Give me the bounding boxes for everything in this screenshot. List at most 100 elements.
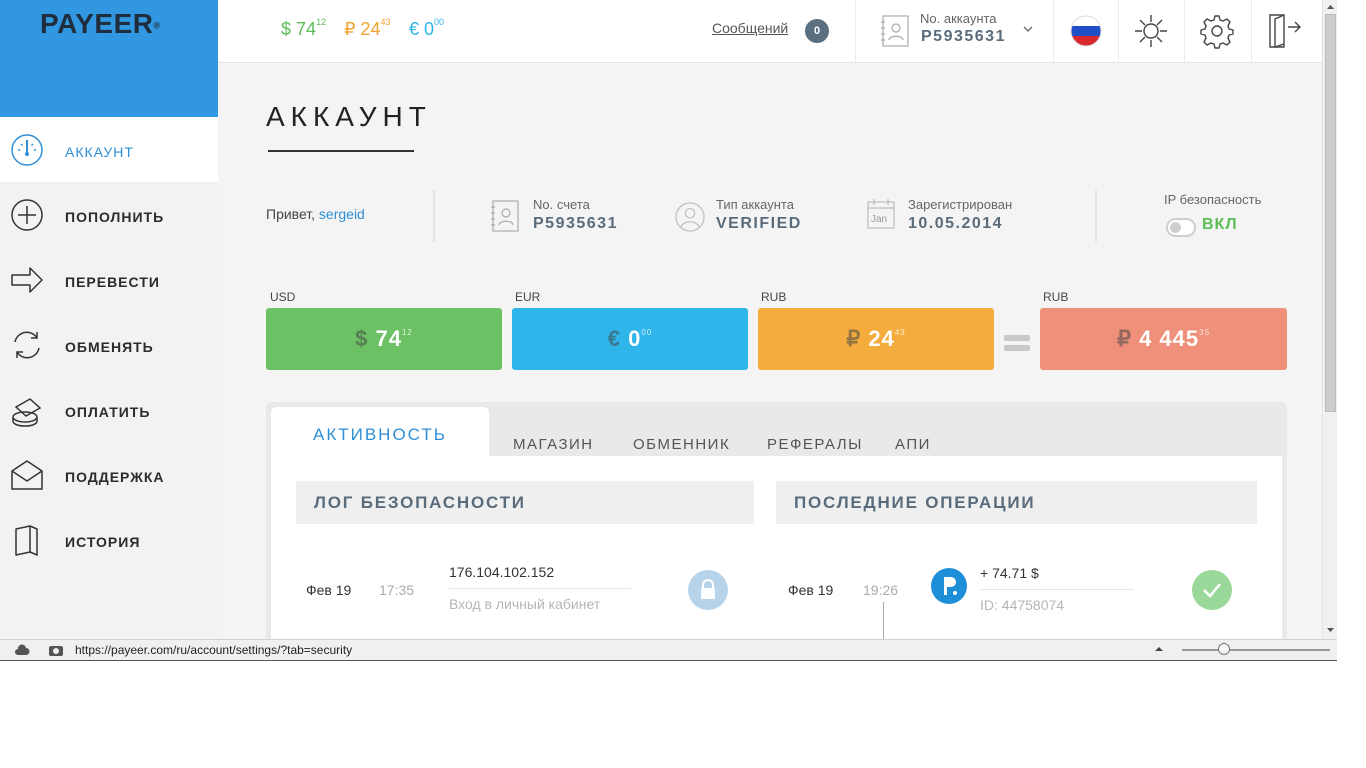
account-no-label: No. счета [533, 197, 590, 212]
refresh-icon [14, 331, 40, 359]
balance-usd: $ 7412 [281, 17, 327, 39]
zoom-slider[interactable] [1182, 649, 1330, 651]
sidebar-item-support[interactable]: ПОДДЕРЖКА [0, 442, 218, 507]
user-circle-icon [675, 202, 705, 232]
balance-card-rub[interactable]: ₽ 2443 [758, 308, 994, 370]
scrollbar-thumb[interactable] [1325, 14, 1336, 412]
gear-icon[interactable] [1198, 12, 1236, 50]
topbar: $ 7412 ₽ 2443 € 000 Сообщений 0 No. акка… [218, 0, 1322, 63]
log-date: Фев 19 [306, 582, 352, 598]
ip-security-toggle[interactable] [1166, 218, 1196, 237]
status-url: https://payeer.com/ru/account/settings/?… [75, 643, 353, 657]
divider [1095, 190, 1097, 242]
ip-security-status: ВКЛ [1202, 216, 1238, 233]
page-title: АККАУНТ [266, 101, 432, 132]
operation-entry-card[interactable]: + 74.71 $ ID: 44758074 [920, 548, 1257, 630]
calendar-icon-text: Jan [871, 214, 888, 225]
equals-icon [1004, 335, 1030, 353]
divider [855, 0, 856, 62]
divider [1053, 0, 1054, 62]
tab-shop[interactable]: МАГАЗИН [513, 436, 594, 453]
sidebar-item-label: ПЕРЕВЕСТИ [65, 274, 160, 290]
username-link[interactable]: sergeid [319, 206, 365, 222]
log-ip: 176.104.102.152 [449, 564, 555, 580]
currency-label: USD [270, 290, 296, 304]
tab-exchanger[interactable]: ОБМЕННИК [633, 436, 730, 453]
operation-time: 19:26 [863, 582, 899, 598]
scroll-up-icon[interactable] [1326, 3, 1335, 11]
log-time: 17:35 [379, 582, 415, 598]
last-operations-heading: ПОСЛЕДНИЕ ОПЕРАЦИИ [776, 481, 1257, 524]
zoom-slider-handle[interactable] [1218, 643, 1230, 655]
tab-referrals[interactable]: РЕФЕРАЛЫ [767, 436, 863, 453]
registered-label: Зарегистрирован [908, 197, 1013, 212]
brightness-icon[interactable] [1132, 12, 1170, 50]
title-underline [268, 150, 414, 152]
divider [1251, 0, 1252, 62]
divider [433, 190, 435, 242]
security-log-heading: ЛОГ БЕЗОПАСНОСТИ [296, 481, 754, 524]
chevron-down-icon[interactable] [1021, 22, 1035, 36]
timeline-line [883, 602, 884, 642]
balance-card-usd[interactable]: $ 7412 [266, 308, 502, 370]
account-number-label: No. аккаунта [920, 11, 997, 26]
account-number[interactable]: P5935631 [921, 28, 1006, 46]
sidebar-item-label: АККАУНТ [65, 144, 134, 160]
sidebar-item-label: ИСТОРИЯ [65, 534, 141, 550]
log-entry-card[interactable]: 176.104.102.152 Вход в личный кабинет [433, 548, 754, 630]
caret-up-icon[interactable] [1154, 645, 1164, 653]
sidebar-item-history[interactable]: ИСТОРИЯ [0, 507, 218, 572]
balance-card-total-rub[interactable]: ₽ 4 44535 [1040, 308, 1287, 370]
browser-status-bar: https://payeer.com/ru/account/settings/?… [0, 639, 1337, 661]
account-type-label: Тип аккаунта [716, 197, 794, 212]
gauge-icon [11, 134, 43, 166]
checkmark-icon [1192, 570, 1232, 610]
log-description: Вход в личный кабинет [449, 596, 601, 612]
logo[interactable]: PAYEER® [0, 0, 218, 117]
sidebar-item-account[interactable]: АККАУНТ [0, 117, 218, 182]
sidebar: АККАУНТ ПОПОЛНИТЬ ПЕРЕВЕСТИ ОБМЕНЯТЬ ОПЛ… [0, 117, 218, 661]
tab-activity[interactable]: АКТИВНОСТЬ [271, 407, 489, 456]
sidebar-item-label: ОПЛАТИТЬ [65, 404, 151, 420]
sidebar-item-label: ПОДДЕРЖКА [65, 469, 165, 485]
messages-link[interactable]: Сообщений [712, 20, 788, 36]
book-icon [15, 525, 38, 557]
account-no-value: P5935631 [533, 215, 618, 232]
greeting: Привет, sergeid [266, 206, 365, 222]
account-type-value: VERIFIED [716, 215, 802, 232]
messages-count-badge[interactable]: 0 [805, 19, 829, 43]
payeer-p-icon [931, 568, 967, 604]
activity-panel: АКТИВНОСТЬ МАГАЗИН ОБМЕННИК РЕФЕРАЛЫ АПИ… [266, 402, 1287, 661]
vertical-scrollbar[interactable] [1322, 0, 1337, 639]
operation-amount: + 74.71 $ [980, 565, 1039, 581]
divider [449, 588, 631, 589]
contact-card-icon [491, 200, 519, 232]
contact-card-icon [881, 15, 909, 47]
lock-icon [688, 570, 728, 610]
cloud-icon [15, 644, 30, 655]
arrow-right-icon [11, 267, 43, 293]
currency-label: RUB [761, 290, 787, 304]
currency-label: RUB [1043, 290, 1069, 304]
ip-security-label: IP безопасность [1164, 192, 1262, 207]
sidebar-item-label: ОБМЕНЯТЬ [65, 339, 154, 355]
plus-circle-icon [11, 199, 43, 231]
divider [980, 589, 1134, 590]
sidebar-item-transfer[interactable]: ПЕРЕВЕСТИ [0, 247, 218, 312]
sidebar-item-pay[interactable]: ОПЛАТИТЬ [0, 377, 218, 442]
scroll-down-icon[interactable] [1326, 626, 1335, 634]
app-window: PAYEER® АККАУНТ ПОПОЛНИТЬ ПЕРЕВЕСТИ ОБМЕ… [0, 0, 1337, 661]
sidebar-item-exchange[interactable]: ОБМЕНЯТЬ [0, 312, 218, 377]
balance-card-eur[interactable]: € 000 [512, 308, 748, 370]
tab-api[interactable]: АПИ [895, 436, 931, 453]
envelope-icon [11, 460, 43, 490]
balance-eur: € 000 [409, 17, 445, 39]
main-content: АККАУНТ Привет, sergeid No. счета P59356… [218, 63, 1322, 661]
camera-icon [49, 646, 63, 656]
russian-flag-icon[interactable] [1067, 12, 1105, 50]
operation-date: Фев 19 [788, 582, 834, 598]
logo-text: PAYEER® [40, 8, 161, 39]
operation-id: ID: 44758074 [980, 597, 1065, 613]
sidebar-item-deposit[interactable]: ПОПОЛНИТЬ [0, 182, 218, 247]
logout-icon[interactable] [1266, 12, 1304, 50]
